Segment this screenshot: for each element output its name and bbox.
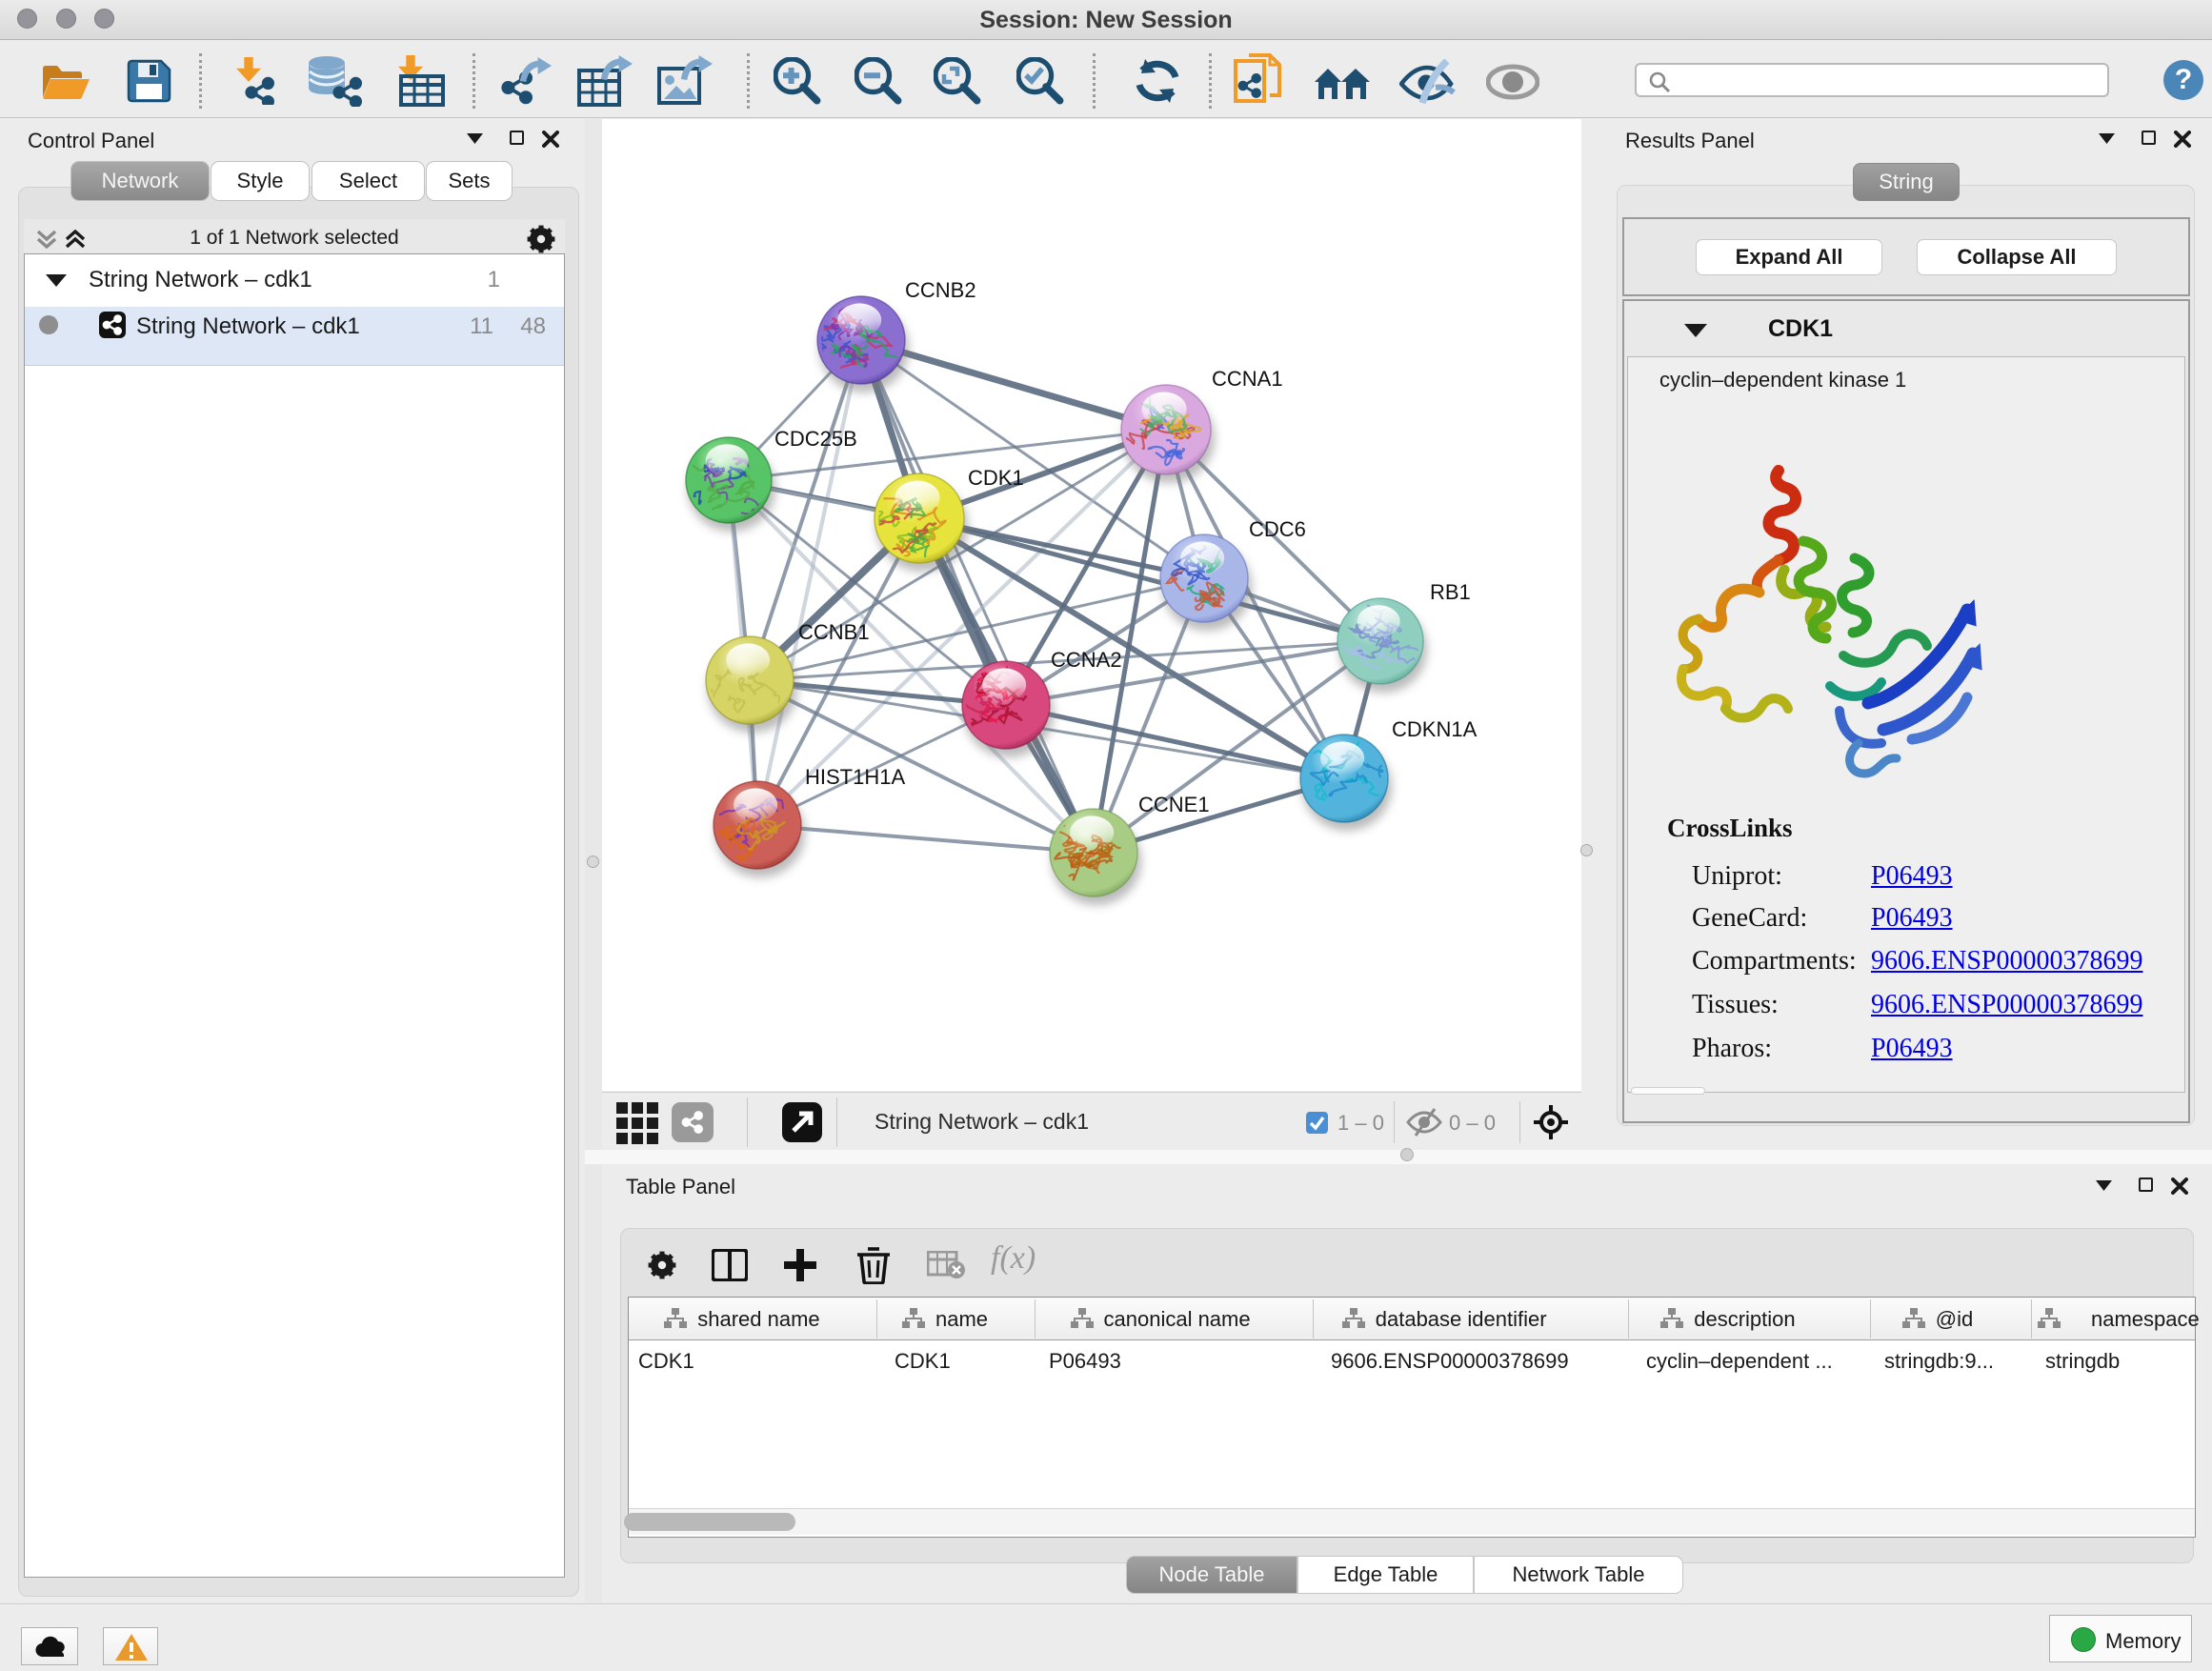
svg-text:CDC6: CDC6: [1249, 517, 1306, 541]
svg-text:CDC25B: CDC25B: [774, 427, 857, 451]
svg-text:CDK1: CDK1: [968, 466, 1024, 490]
svg-text:CCNB1: CCNB1: [798, 620, 870, 644]
svg-text:HIST1H1A: HIST1H1A: [805, 765, 905, 789]
svg-text:CCNA1: CCNA1: [1212, 367, 1283, 391]
svg-text:CCNE1: CCNE1: [1138, 793, 1210, 816]
svg-text:CDKN1A: CDKN1A: [1392, 717, 1478, 741]
svg-text:CCNA2: CCNA2: [1051, 648, 1122, 672]
svg-text:CCNB2: CCNB2: [905, 278, 976, 302]
svg-text:RB1: RB1: [1430, 580, 1471, 604]
